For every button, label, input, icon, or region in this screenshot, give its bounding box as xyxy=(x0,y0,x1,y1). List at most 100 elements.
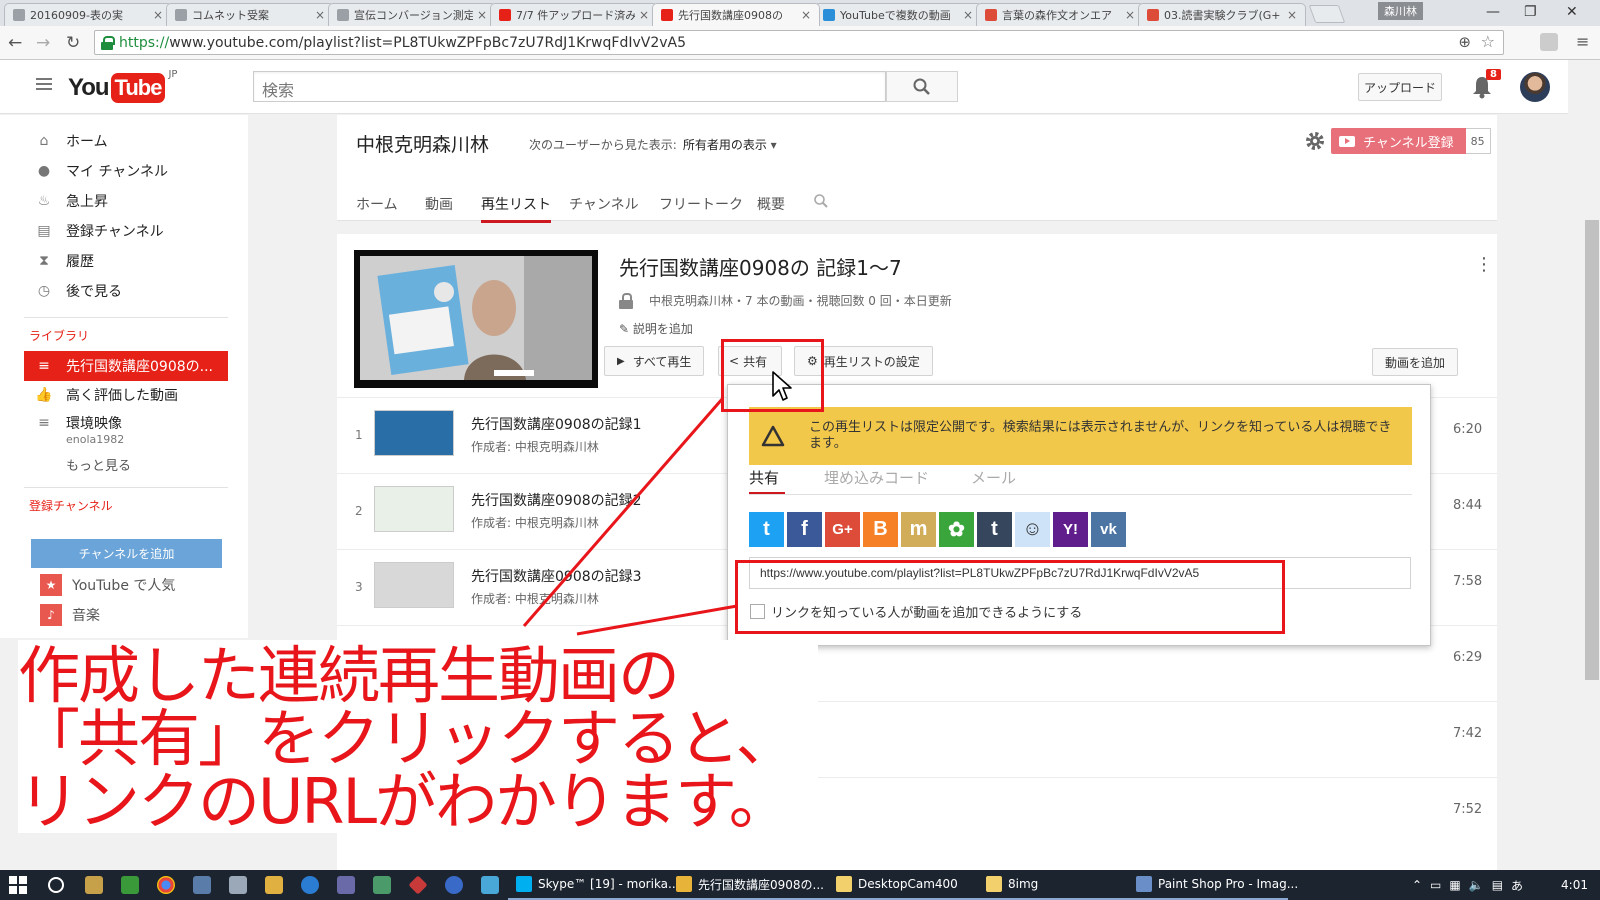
tab-share[interactable]: 共有 xyxy=(749,467,779,488)
add-video-button[interactable]: 動画を追加 xyxy=(1372,348,1459,376)
minimize-icon[interactable]: — xyxy=(1486,4,1500,20)
tab-embed[interactable]: 埋め込みコード xyxy=(824,467,929,488)
yahoo-icon[interactable]: Y! xyxy=(1053,512,1088,547)
close-tab-icon[interactable]: × xyxy=(963,8,973,22)
close-tab-icon[interactable]: × xyxy=(801,8,811,22)
facebook-icon[interactable]: f xyxy=(787,512,822,547)
sidebar-item-history[interactable]: ⧗ 履歴 xyxy=(24,247,228,275)
search-input[interactable]: 検索 xyxy=(253,71,886,102)
network-icon[interactable]: ▦ xyxy=(1449,878,1460,892)
action-center-icon[interactable]: ▤ xyxy=(1492,878,1503,892)
address-bar[interactable]: https://www.youtube.com/playlist?list=PL… xyxy=(94,30,1504,55)
bookmark-star-icon[interactable]: ☆ xyxy=(1481,32,1495,51)
youtube-logo[interactable]: You Tube JP xyxy=(68,69,177,103)
pinned-app-icon[interactable] xyxy=(337,876,355,894)
start-button[interactable] xyxy=(0,870,36,900)
chrome-menu-icon[interactable]: ≡ xyxy=(1576,32,1589,51)
cortana-icon[interactable] xyxy=(48,877,64,893)
pinned-app-icon[interactable] xyxy=(408,875,428,895)
channel-search-icon[interactable] xyxy=(813,193,829,209)
search-button[interactable] xyxy=(886,71,958,102)
file-explorer-icon[interactable] xyxy=(265,876,283,894)
video-thumbnail[interactable] xyxy=(374,486,454,532)
chrome-icon[interactable] xyxy=(157,876,175,894)
pinned-app-icon[interactable] xyxy=(481,876,499,894)
rss-extension-icon[interactable] xyxy=(1540,33,1558,51)
pinned-app-icon[interactable] xyxy=(193,876,211,894)
tab-videos[interactable]: 動画 xyxy=(425,194,453,214)
more-vert-icon[interactable]: ⋮ xyxy=(1475,254,1493,275)
video-title[interactable]: 先行国数講座0908の記録1 xyxy=(471,414,642,434)
channel-name[interactable]: 中根克明森川林 xyxy=(356,130,489,157)
browser-tab[interactable]: 20160909-表の実 × xyxy=(4,3,172,26)
video-thumbnail[interactable] xyxy=(374,410,454,456)
mixi-icon[interactable]: m xyxy=(901,512,936,547)
back-icon[interactable]: ← xyxy=(8,33,22,53)
tumblr-icon[interactable]: t xyxy=(977,512,1012,547)
sidebar-item-liked[interactable]: 👍 高く評価した動画 xyxy=(24,381,228,409)
pinned-app-icon[interactable] xyxy=(373,876,391,894)
browser-tab[interactable]: 言葉の森作文オンエア × xyxy=(976,3,1144,26)
restore-icon[interactable]: ❐ xyxy=(1524,4,1537,20)
volume-icon[interactable]: 🔈 xyxy=(1469,878,1484,892)
tab-email[interactable]: メール xyxy=(971,467,1016,488)
reddit-icon[interactable]: ☺ xyxy=(1015,512,1050,547)
twitter-icon[interactable]: t xyxy=(749,512,784,547)
browser-tab[interactable]: 先行国数講座0908の × xyxy=(652,3,820,26)
battery-icon[interactable]: ▭ xyxy=(1430,878,1441,892)
blogger-icon[interactable]: B xyxy=(863,512,898,547)
sidebar-item-popular[interactable]: ★ YouTube で人気 xyxy=(24,571,228,599)
playlist-thumbnail[interactable] xyxy=(354,250,598,388)
sidebar-item-watch-later[interactable]: ◷ 後で見る xyxy=(24,277,228,305)
upload-button[interactable]: アップロード xyxy=(1358,73,1442,101)
taskbar-task[interactable]: Paint Shop Pro - Imag... xyxy=(1128,870,1298,900)
add-description-link[interactable]: ✎ 説明を追加 xyxy=(619,320,693,337)
subscribe-button[interactable]: チャンネル登録 85 xyxy=(1331,128,1491,154)
browser-tab[interactable]: 03.読書実験クラブ(G+ × xyxy=(1138,3,1306,26)
pinned-app-icon[interactable] xyxy=(229,876,247,894)
clock[interactable]: 4:01 xyxy=(1561,878,1588,892)
close-tab-icon[interactable]: × xyxy=(477,8,487,22)
sidebar-item-environment[interactable]: ≡ 環境映像 xyxy=(24,409,228,437)
pinned-app-icon[interactable] xyxy=(85,876,103,894)
browser-tab[interactable]: YouTubeで複数の動画 × xyxy=(814,3,982,26)
video-title[interactable]: 先行国数講座0908の記録2 xyxy=(471,490,642,510)
zoom-icon[interactable]: ⊕ xyxy=(1458,33,1471,51)
page-scrollbar-thumb[interactable] xyxy=(1585,220,1599,680)
tab-about[interactable]: 概要 xyxy=(757,194,785,214)
close-tab-icon[interactable]: × xyxy=(1287,8,1297,22)
reload-icon[interactable]: ↻ xyxy=(66,33,80,53)
browser-profile-badge[interactable]: 森川林 xyxy=(1378,2,1423,20)
ime-indicator[interactable]: あ xyxy=(1511,877,1523,894)
view-as-selector[interactable]: 次のユーザーから見た表示: 所有者用の表示 ▾ xyxy=(529,136,777,153)
pinned-app-icon[interactable] xyxy=(445,876,463,894)
tray-chevron-icon[interactable]: ⌃ xyxy=(1412,878,1422,892)
close-tab-icon[interactable]: × xyxy=(315,8,325,22)
gear-icon[interactable] xyxy=(1304,130,1326,152)
tab-channels[interactable]: チャンネル xyxy=(569,194,639,214)
browser-tab[interactable]: 7/7 件アップロード済み × xyxy=(490,3,658,26)
close-window-icon[interactable]: ✕ xyxy=(1566,4,1578,20)
sidebar-item-trending[interactable]: ♨ 急上昇 xyxy=(24,187,228,215)
play-all-button[interactable]: ▶ すべて再生 xyxy=(604,346,705,376)
sidebar-item-playlist[interactable]: ≡ 先行国数講座0908の... xyxy=(24,351,228,381)
tab-playlists[interactable]: 再生リスト xyxy=(481,194,551,223)
pinned-app-icon[interactable] xyxy=(121,876,139,894)
sidebar-item-subscriptions[interactable]: ▤ 登録チャンネル xyxy=(24,217,228,245)
new-tab-button[interactable] xyxy=(1308,5,1346,23)
close-tab-icon[interactable]: × xyxy=(153,8,163,22)
video-title[interactable]: 先行国数講座0908の記録3 xyxy=(471,566,642,586)
show-more-link[interactable]: もっと見る xyxy=(66,455,131,474)
guide-menu-icon[interactable] xyxy=(36,78,52,90)
tab-discussion[interactable]: フリートーク xyxy=(659,194,743,214)
tab-home[interactable]: ホーム xyxy=(356,194,398,214)
forward-icon[interactable]: → xyxy=(36,33,50,53)
goo-icon[interactable]: ✿ xyxy=(939,512,974,547)
sidebar-item-music[interactable]: ♪ 音楽 xyxy=(24,601,228,629)
edge-icon[interactable] xyxy=(301,876,319,894)
browser-tab[interactable]: コムネット受案 × xyxy=(166,3,334,26)
vk-icon[interactable]: vk xyxy=(1091,512,1126,547)
sidebar-item-home[interactable]: ⌂ ホーム xyxy=(24,127,228,155)
close-tab-icon[interactable]: × xyxy=(639,8,649,22)
video-thumbnail[interactable] xyxy=(374,562,454,608)
